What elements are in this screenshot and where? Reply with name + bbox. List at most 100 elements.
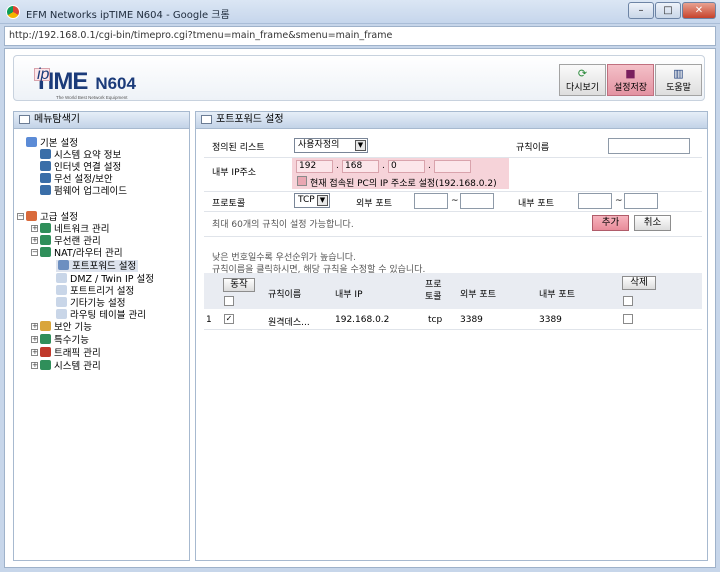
external-port-label: 외부 포트 xyxy=(356,199,392,209)
menu-port-forward[interactable]: 포트포워드 설정 xyxy=(56,260,139,272)
rule-name-link[interactable]: 원격데스... xyxy=(268,315,310,328)
expand-icon[interactable]: + xyxy=(31,349,38,356)
delete-all-checkbox[interactable] xyxy=(623,296,633,306)
advanced-settings-icon xyxy=(26,211,37,221)
cancel-button[interactable]: 취소 xyxy=(634,215,671,231)
monitor-icon xyxy=(40,173,51,183)
document-icon xyxy=(56,285,67,295)
menu-misc-functions[interactable]: 기타기능 설정 xyxy=(56,297,125,309)
add-button[interactable]: 추가 xyxy=(592,215,629,231)
monitor-icon xyxy=(40,161,51,171)
external-port-start[interactable] xyxy=(414,193,448,209)
document-icon xyxy=(56,309,67,319)
document-icon xyxy=(58,260,69,270)
address-bar[interactable]: http://192.168.0.1/cgi-bin/timepro.cgi?t… xyxy=(4,26,716,46)
save-icon: ■ xyxy=(625,67,636,80)
menu-explorer: 메뉴탐색기 기본 설정 시스템 요약 정보 인터넷 연결 설정 무선 설정/보안… xyxy=(13,111,190,561)
menu-advanced-settings[interactable]: 고급 설정 xyxy=(26,211,78,223)
col-internal-port: 내부 포트 xyxy=(539,290,575,300)
reload-button[interactable]: ⟳ 다시보기 xyxy=(559,64,606,96)
protocol-select[interactable]: TCP ▼ xyxy=(294,193,330,208)
menu-special[interactable]: 특수기능 xyxy=(40,334,89,346)
menu-system[interactable]: 시스템 관리 xyxy=(40,360,101,372)
delete-button[interactable]: 삭제 xyxy=(622,276,656,290)
menu-routing-table[interactable]: 라우팅 테이블 관리 xyxy=(56,309,146,321)
expand-icon[interactable]: + xyxy=(31,237,38,244)
menu-traffic[interactable]: 트래픽 관리 xyxy=(40,347,101,359)
menu-firmware-upgrade[interactable]: 펌웨어 업그레이드 xyxy=(40,185,127,197)
monitor-icon xyxy=(40,149,51,159)
star-icon xyxy=(40,334,51,344)
chevron-down-icon: ▼ xyxy=(317,195,328,206)
document-icon xyxy=(56,273,67,283)
monitor-icon xyxy=(40,185,51,195)
row-action-checkbox[interactable]: ✓ xyxy=(224,314,234,324)
internal-ip-label: 내부 IP주소 xyxy=(212,168,257,178)
menu-port-trigger[interactable]: 포트트리거 설정 xyxy=(56,285,134,297)
menu-wireless[interactable]: 무선랜 관리 xyxy=(40,235,101,247)
internal-port-end[interactable] xyxy=(624,193,658,209)
rule-name-input[interactable] xyxy=(608,138,690,154)
save-settings-button[interactable]: ■ 설정저장 xyxy=(607,64,654,96)
select-all-checkbox[interactable] xyxy=(224,296,234,306)
ip-octet-1[interactable]: 192 xyxy=(296,160,333,173)
expand-icon[interactable]: + xyxy=(31,362,38,369)
use-current-ip-checkbox[interactable] xyxy=(297,176,307,186)
chevron-down-icon: ▼ xyxy=(355,140,366,151)
max-rules-note: 최대 60개의 규칙이 설정 가능합니다. xyxy=(212,220,354,230)
traffic-icon xyxy=(40,347,51,357)
help-button[interactable]: ▥ 도움말 xyxy=(655,64,702,96)
wireless-icon xyxy=(40,235,51,245)
rule-name-label: 규칙이름 xyxy=(516,143,550,153)
action-button[interactable]: 동작 xyxy=(223,278,255,292)
rule-list-select[interactable]: 사용자정의 ▼ xyxy=(294,138,368,153)
menu-nat-router[interactable]: NAT/라우터 관리 xyxy=(40,247,123,259)
folder-icon xyxy=(19,115,30,124)
menu-explorer-header: 메뉴탐색기 xyxy=(14,112,189,129)
iptime-logo: ip TIME N604 The World Best Network Equipm… xyxy=(34,66,136,100)
expand-icon[interactable]: + xyxy=(31,323,38,330)
menu-system-summary[interactable]: 시스템 요약 정보 xyxy=(40,149,121,161)
menu-network[interactable]: 네트워크 관리 xyxy=(40,223,109,235)
title-bar: EFM Networks ipTIME N604 - Google 크롬 – □… xyxy=(0,0,720,24)
window-title: EFM Networks ipTIME N604 - Google 크롬 xyxy=(26,10,230,21)
ip-octet-4[interactable] xyxy=(434,160,471,173)
ip-octet-3[interactable]: 0 xyxy=(388,160,425,173)
system-icon xyxy=(40,360,51,370)
external-port-end[interactable] xyxy=(460,193,494,209)
internal-port-label: 내부 포트 xyxy=(518,199,554,209)
expand-icon[interactable]: + xyxy=(31,225,38,232)
rule-list-label: 정의된 리스트 xyxy=(212,143,265,153)
col-internal-ip: 내부 IP xyxy=(335,290,363,300)
internal-port-start[interactable] xyxy=(578,193,612,209)
close-button[interactable]: ✕ xyxy=(682,2,716,19)
row-delete-checkbox[interactable] xyxy=(623,314,633,324)
router-admin-frame: ip TIME N604 The World Best Network Equipm… xyxy=(4,48,716,568)
ip-octet-2[interactable]: 168 xyxy=(342,160,379,173)
panel-header: 포트포워드 설정 xyxy=(196,112,707,129)
menu-security[interactable]: 보안 기능 xyxy=(40,321,92,333)
lock-icon xyxy=(40,321,51,331)
document-icon xyxy=(56,297,67,307)
port-forward-panel: 포트포워드 설정 정의된 리스트 사용자정의 ▼ 규칙이름 내부 IP주소 192… xyxy=(195,111,708,561)
col-rule-name: 규칙이름 xyxy=(268,290,302,300)
expand-icon[interactable]: + xyxy=(31,336,38,343)
menu-dmz-twinip[interactable]: DMZ / Twin IP 설정 xyxy=(56,273,154,285)
settings-group-icon xyxy=(26,137,37,147)
refresh-icon: ⟳ xyxy=(577,67,588,80)
book-icon: ▥ xyxy=(673,67,684,80)
maximize-button[interactable]: □ xyxy=(655,2,681,19)
col-external-port: 외부 포트 xyxy=(460,290,496,300)
collapse-icon[interactable]: − xyxy=(17,213,24,220)
protocol-label: 프로토콜 xyxy=(212,199,246,209)
collapse-icon[interactable]: − xyxy=(31,249,38,256)
router-icon xyxy=(40,247,51,257)
minimize-button[interactable]: – xyxy=(628,2,654,19)
document-icon xyxy=(201,115,212,124)
menu-internet-connection[interactable]: 인터넷 연결 설정 xyxy=(40,161,121,173)
use-current-ip-label: 현재 접속된 PC의 IP 주소로 설정(192.168.0.2) xyxy=(310,179,497,189)
col-protocol: 프로 토콜 xyxy=(425,280,442,302)
network-icon xyxy=(40,223,51,233)
menu-wireless-security[interactable]: 무선 설정/보안 xyxy=(40,173,113,185)
menu-basic-settings[interactable]: 기본 설정 xyxy=(26,137,78,149)
